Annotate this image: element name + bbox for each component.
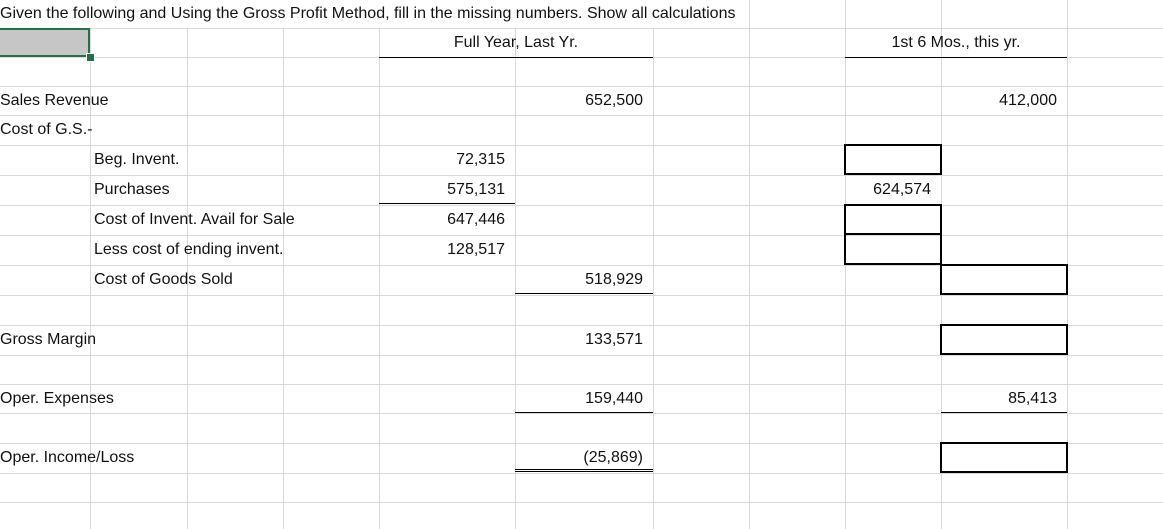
avail-for-sale-full-year[interactable]: 647,446 (379, 205, 515, 234)
header-six-months: 1st 6 Mos., this yr. (845, 28, 1067, 58)
cogs-six-months-input[interactable] (940, 264, 1068, 295)
fill-handle[interactable] (86, 53, 95, 62)
header-full-year: Full Year, Last Yr. (379, 28, 653, 58)
row-gridline (0, 175, 1163, 176)
row-gridline (0, 115, 1163, 116)
ending-invent-six-months-input[interactable] (844, 233, 942, 265)
label-cost-gs: Cost of G.S.- (0, 121, 93, 138)
oper-expenses-six-months[interactable]: 85,413 (941, 384, 1067, 413)
row-gridline (0, 355, 1163, 356)
row-gridline (0, 413, 1163, 414)
selected-cell-a2[interactable] (0, 28, 90, 57)
purchases-full-year[interactable]: 575,131 (379, 175, 515, 204)
label-cogs: Cost of Goods Sold (94, 271, 233, 288)
gross-margin-full-year[interactable]: 133,571 (515, 325, 653, 354)
label-beg-invent: Beg. Invent. (94, 151, 180, 168)
oper-income-six-months-input[interactable] (940, 442, 1068, 473)
label-oper-income: Oper. Income/Loss (0, 449, 135, 466)
oper-income-full-year[interactable]: (25,869) (515, 443, 653, 472)
label-ending-invent: Less cost of ending invent. (94, 241, 284, 258)
oper-expenses-full-year[interactable]: 159,440 (515, 384, 653, 413)
row-gridline (0, 502, 1163, 503)
instructions-text: Given the following and Using the Gross … (0, 0, 740, 28)
row-gridline (0, 473, 1163, 474)
avail-for-sale-six-months-input[interactable] (844, 204, 942, 235)
purchases-six-months[interactable]: 624,574 (845, 175, 941, 204)
sales-revenue-full-year[interactable]: 652,500 (515, 86, 653, 115)
label-purchases: Purchases (94, 181, 170, 198)
gross-margin-six-months-input[interactable] (940, 324, 1068, 355)
beg-invent-full-year[interactable]: 72,315 (379, 145, 515, 174)
label-avail-for-sale: Cost of Invent. Avail for Sale (94, 211, 295, 228)
sales-revenue-six-months[interactable]: 412,000 (941, 86, 1067, 115)
beg-invent-six-months-input[interactable] (844, 144, 942, 175)
row-gridline (0, 295, 1163, 296)
ending-invent-full-year[interactable]: 128,517 (379, 235, 515, 264)
cogs-full-year[interactable]: 518,929 (515, 265, 653, 294)
label-oper-expenses: Oper. Expenses (0, 390, 114, 407)
label-sales-revenue: Sales Revenue (0, 92, 109, 109)
label-gross-margin: Gross Margin (0, 331, 97, 348)
